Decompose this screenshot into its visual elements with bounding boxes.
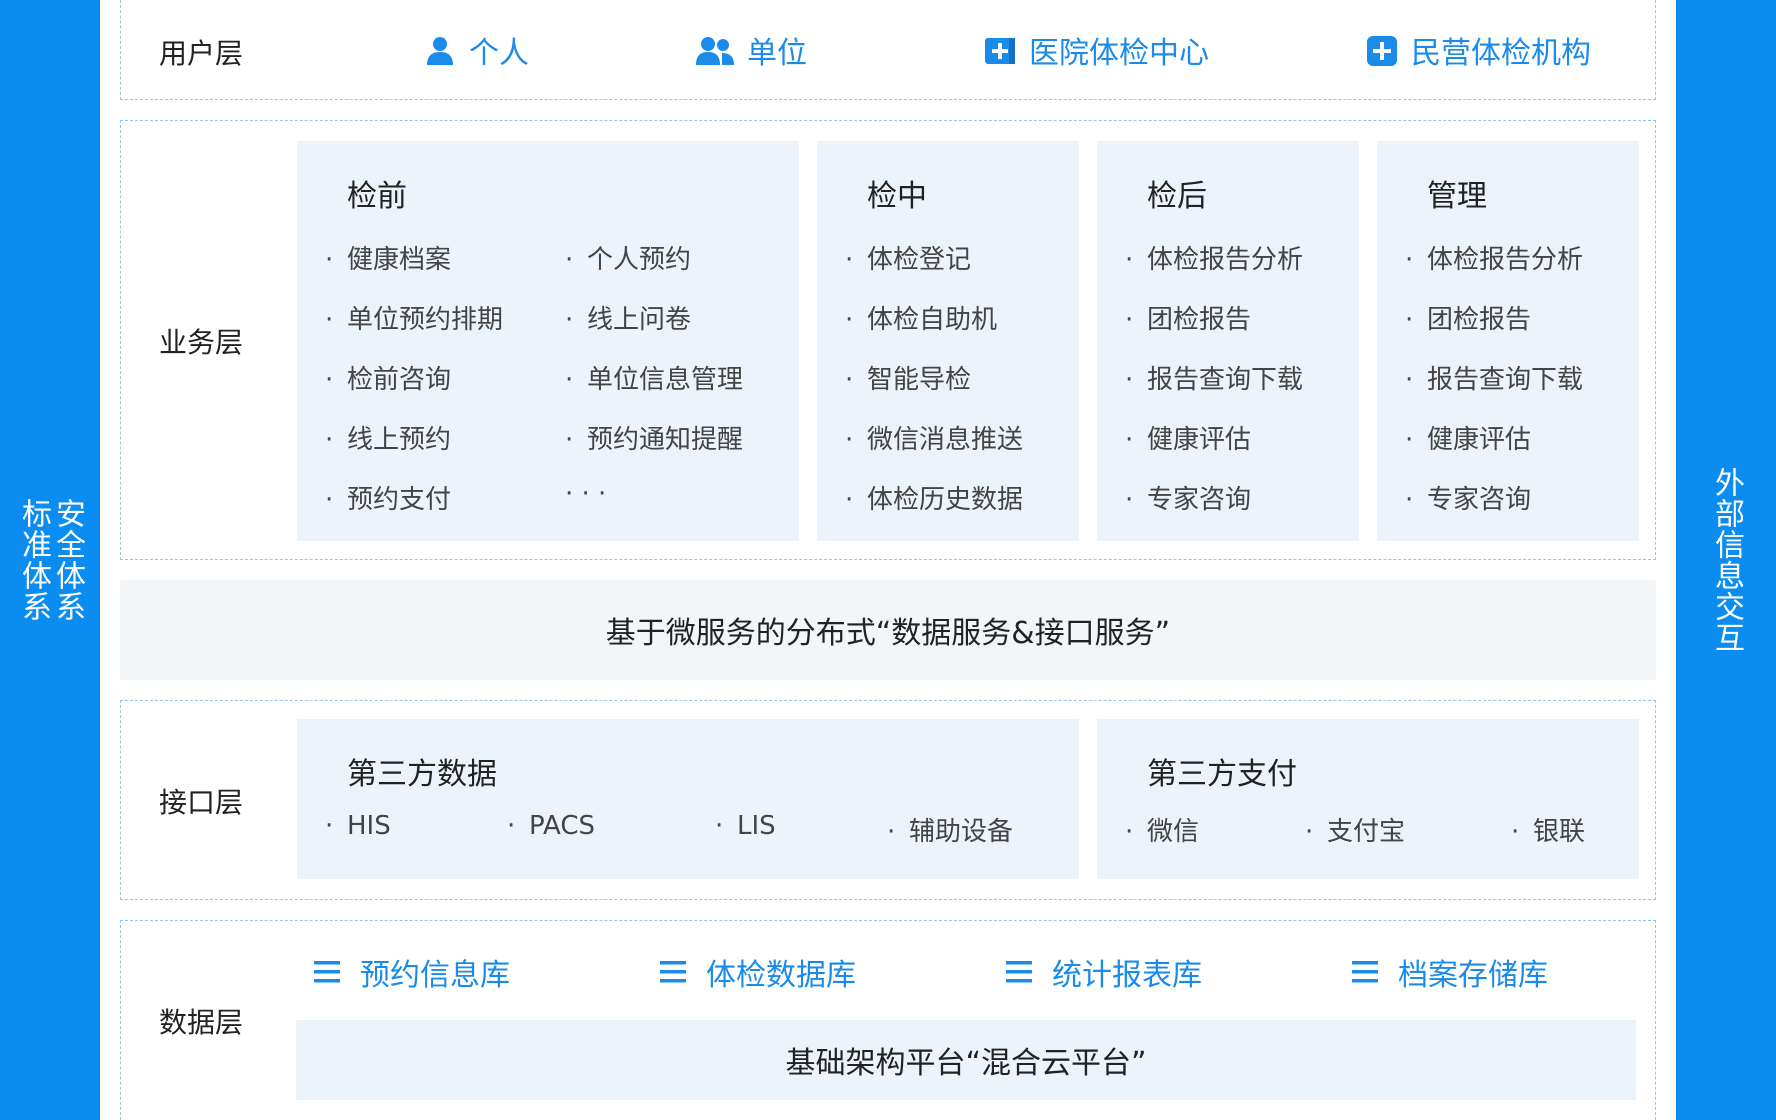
list-item: 专家咨询 — [1405, 479, 1531, 516]
user-item-label: 医院体检中心 — [1029, 36, 1209, 71]
user-item-unit: 单位 — [695, 28, 807, 72]
user-item-label: 个人 — [469, 36, 529, 71]
post-exam-card: 检后 体检报告分析 团检报告 报告查询下载 健康评估 专家咨询 — [1097, 141, 1359, 541]
medical-plus-icon — [1367, 36, 1397, 66]
list-item: 辅助设备 — [887, 811, 1013, 848]
infrastructure-platform: 基础架构平台“混合云平台” — [296, 1020, 1636, 1100]
list-item: 健康档案 — [325, 239, 451, 276]
list-icon — [1006, 961, 1032, 983]
service-banner: 基于微服务的分布式“数据服务&接口服务” — [120, 580, 1656, 680]
post-exam-title: 检后 — [1147, 179, 1207, 214]
list-item: 个人预约 — [565, 239, 691, 276]
left-side-bar: 安全体系 标准体系 — [0, 0, 100, 1120]
db-item-appointment: 预约信息库 — [314, 950, 510, 994]
list-item: 支付宝 — [1305, 811, 1405, 848]
list-item: 预约通知提醒 — [565, 419, 743, 456]
during-exam-title: 检中 — [867, 179, 927, 214]
list-icon — [314, 961, 340, 983]
list-item: 体检登记 — [845, 239, 971, 276]
manage-card: 管理 体检报告分析 团检报告 报告查询下载 健康评估 专家咨询 — [1377, 141, 1639, 541]
third-party-data-title: 第三方数据 — [347, 757, 497, 792]
manage-title: 管理 — [1427, 179, 1487, 214]
list-item: 微信 — [1125, 811, 1199, 848]
list-item: 线上问卷 — [565, 299, 691, 336]
list-item: 体检报告分析 — [1405, 239, 1583, 276]
list-item: 体检自助机 — [845, 299, 997, 336]
user-item-individual: 个人 — [423, 28, 529, 72]
user-layer-label: 用户层 — [159, 37, 244, 70]
db-label: 预约信息库 — [360, 958, 510, 993]
standard-system-label: 标准体系 — [16, 498, 51, 622]
list-item: 体检报告分析 — [1125, 239, 1303, 276]
list-item: 检前咨询 — [325, 359, 451, 396]
list-item: 报告查询下载 — [1125, 359, 1303, 396]
list-item: 健康评估 — [1405, 419, 1531, 456]
list-item: 单位预约排期 — [325, 299, 503, 336]
data-layer-label: 数据层 — [159, 1006, 244, 1039]
interface-layer: 接口层 第三方数据 HIS PACS LIS 辅助设备 第三方支付 微信 支付宝… — [120, 700, 1656, 900]
security-system-label: 安全体系 — [50, 498, 85, 622]
list-icon — [660, 961, 686, 983]
list-item: 微信消息推送 — [845, 419, 1023, 456]
db-label: 体检数据库 — [706, 958, 856, 993]
user-item-hospital: 医院体检中心 — [983, 28, 1209, 72]
third-party-pay-card: 第三方支付 微信 支付宝 银联 — [1097, 719, 1639, 879]
list-item: 线上预约 — [325, 419, 451, 456]
user-layer: 用户层 个人 单位 医院体检中心 民营体检机构 — [120, 0, 1656, 100]
list-item: LIS — [715, 811, 776, 841]
user-item-label: 民营体检机构 — [1411, 36, 1591, 71]
list-item: 健康评估 — [1125, 419, 1251, 456]
during-exam-card: 检中 体检登记 体检自助机 智能导检 微信消息推送 体检历史数据 — [817, 141, 1079, 541]
list-item: 专家咨询 — [1125, 479, 1251, 516]
list-item: HIS — [325, 811, 391, 841]
user-item-private: 民营体检机构 — [1365, 28, 1591, 72]
db-item-archive: 档案存储库 — [1352, 950, 1548, 994]
list-item: 团检报告 — [1405, 299, 1531, 336]
right-side-bar: 外部信息交互 — [1676, 0, 1776, 1120]
interface-layer-label: 接口层 — [159, 786, 244, 819]
group-icon — [696, 37, 734, 65]
list-item: 体检历史数据 — [845, 479, 1023, 516]
db-item-exam: 体检数据库 — [660, 950, 856, 994]
list-item: PACS — [507, 811, 595, 841]
pre-exam-card: 检前 健康档案 单位预约排期 检前咨询 线上预约 预约支付 个人预约 线上问卷 … — [297, 141, 799, 541]
third-party-pay-title: 第三方支付 — [1147, 757, 1297, 792]
list-item: 智能导检 — [845, 359, 971, 396]
list-item: 单位信息管理 — [565, 359, 743, 396]
db-label: 档案存储库 — [1398, 958, 1548, 993]
person-icon — [427, 37, 453, 65]
ellipsis: · · · — [565, 479, 607, 509]
third-party-data-card: 第三方数据 HIS PACS LIS 辅助设备 — [297, 719, 1079, 879]
business-layer: 业务层 检前 健康档案 单位预约排期 检前咨询 线上预约 预约支付 个人预约 线… — [120, 120, 1656, 560]
db-item-stats: 统计报表库 — [1006, 950, 1202, 994]
business-layer-label: 业务层 — [159, 326, 244, 359]
list-item: 银联 — [1511, 811, 1585, 848]
list-item: 团检报告 — [1125, 299, 1251, 336]
list-item: 预约支付 — [325, 479, 451, 516]
list-item: 报告查询下载 — [1405, 359, 1583, 396]
pre-exam-title: 检前 — [347, 179, 407, 214]
list-icon — [1352, 961, 1378, 983]
user-item-label: 单位 — [747, 36, 807, 71]
hospital-plus-icon — [985, 38, 1015, 64]
db-label: 统计报表库 — [1052, 958, 1202, 993]
external-info-label: 外部信息交互 — [1709, 467, 1744, 653]
